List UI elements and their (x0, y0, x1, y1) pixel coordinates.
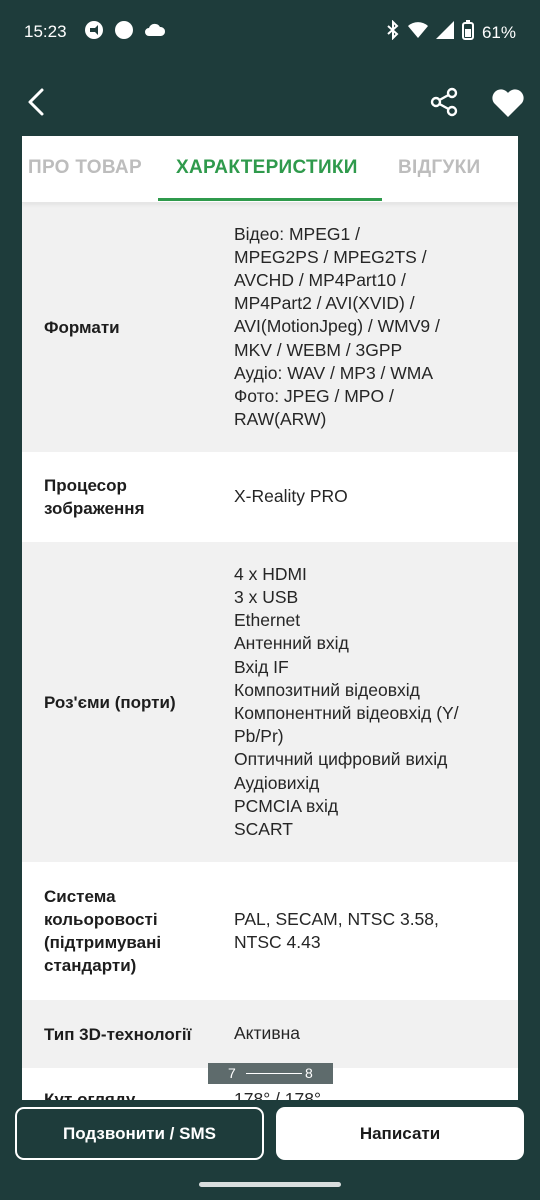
specs-table: Формати Відео: MPEG1 / MPEG2PS / MPEG2TS… (22, 202, 518, 1100)
tab-specs[interactable]: ХАРАКТЕРИСТИКИ (176, 136, 358, 202)
write-button[interactable]: Написати (276, 1107, 524, 1160)
share-icon (430, 87, 458, 117)
status-left-icons (84, 20, 166, 45)
favorite-button[interactable] (486, 80, 530, 124)
cloud-icon (144, 22, 166, 43)
wifi-icon (407, 21, 428, 44)
tab-bar: ПРО ТОВАР ХАРАКТЕРИСТИКИ ВІДГУКИ (22, 136, 518, 203)
app-bar (0, 64, 540, 136)
chevron-left-icon (28, 88, 44, 116)
spec-value: 178° / 178° (234, 1089, 321, 1100)
spec-value: 4 x HDMI 3 x USB Ethernet Антенний вхід … (234, 563, 459, 840)
spec-row: Процесор зображення X-Reality PRO (22, 452, 518, 542)
back-button[interactable] (18, 82, 58, 122)
bluetooth-icon (386, 19, 400, 45)
tab-reviews[interactable]: ВІДГУКИ (398, 136, 480, 202)
spec-key: Формати (44, 317, 120, 337)
spec-row: Роз'єми (порти) 4 x HDMI 3 x USB Etherne… (22, 542, 518, 862)
spec-key: Тип 3D-технології (44, 1024, 192, 1044)
pager-divider (246, 1073, 302, 1074)
bottom-action-bar: Подзвонити / SMS Написати (0, 1100, 540, 1200)
circle-icon (114, 20, 134, 45)
spec-value: Відео: MPEG1 / MPEG2PS / MPEG2TS / AVCHD… (234, 223, 440, 430)
spec-key: Роз'єми (порти) (44, 692, 176, 712)
image-pager: 7 8 (208, 1063, 333, 1084)
home-indicator[interactable] (199, 1182, 341, 1187)
status-bar: 15:23 61% (0, 0, 540, 64)
call-sms-button[interactable]: Подзвонити / SMS (15, 1107, 264, 1160)
notification-icon (84, 20, 104, 45)
battery-percent: 61% (481, 22, 516, 42)
status-right-icons: 61% (386, 19, 516, 45)
spec-row: Формати Відео: MPEG1 / MPEG2PS / MPEG2TS… (22, 202, 518, 452)
pager-from: 7 (228, 1065, 236, 1081)
active-tab-indicator (158, 198, 382, 201)
spec-row: Система кольоровості (підтримувані станд… (22, 862, 518, 1000)
status-time: 15:23 (24, 22, 67, 41)
tab-about[interactable]: ПРО ТОВАР (28, 136, 142, 202)
spec-value: X-Reality PRO (234, 486, 348, 507)
spec-key: Кут огляду (44, 1090, 136, 1100)
share-button[interactable] (424, 82, 464, 122)
spec-row: Тип 3D-технології Активна (22, 1000, 518, 1068)
content-sheet: ПРО ТОВАР ХАРАКТЕРИСТИКИ ВІДГУКИ Формати… (22, 136, 518, 1100)
battery-icon (461, 20, 474, 45)
heart-icon (492, 89, 524, 117)
spec-value: Активна (234, 1023, 301, 1044)
spec-value: PAL, SECAM, NTSC 3.58, NTSC 4.43 (234, 908, 439, 952)
pager-to: 8 (305, 1065, 313, 1081)
spec-key: Процесор зображення (44, 476, 145, 518)
signal-icon (435, 21, 454, 44)
spec-key: Система кольоровості (підтримувані станд… (44, 887, 162, 975)
